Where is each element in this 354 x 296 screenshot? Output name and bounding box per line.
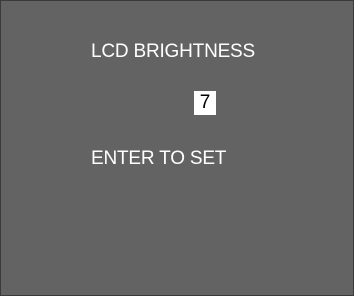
menu-title: LCD BRIGHTNESS — [91, 41, 256, 62]
brightness-value[interactable]: 7 — [194, 91, 216, 115]
lcd-brightness-screen: LCD BRIGHTNESS 7 ENTER TO SET — [0, 0, 354, 296]
enter-to-set-hint: ENTER TO SET — [91, 148, 227, 169]
